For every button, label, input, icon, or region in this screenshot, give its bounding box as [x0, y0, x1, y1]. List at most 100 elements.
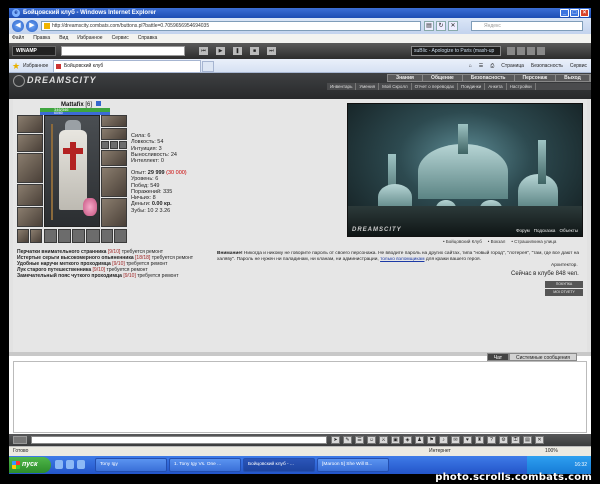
compat-icon[interactable]: ▤: [424, 21, 434, 31]
tab-system-messages[interactable]: Системные сообщения: [509, 353, 577, 361]
nav-character[interactable]: Персонаж: [515, 75, 557, 81]
home-icon[interactable]: ⌂: [469, 62, 472, 70]
slot-armor[interactable]: [17, 184, 43, 206]
slot-belt[interactable]: [17, 207, 43, 227]
close-button[interactable]: ×: [580, 9, 589, 17]
badge-1[interactable]: ПОКУПКА СНАРЯЖЕНИЯ: [545, 281, 583, 293]
smiles-icon[interactable]: ☺: [367, 436, 376, 444]
nav-knowledge[interactable]: Знания: [388, 75, 423, 81]
chat-mode-button[interactable]: [13, 436, 27, 444]
character-figure[interactable]: [44, 115, 100, 227]
menu-edit[interactable]: Правка: [33, 34, 50, 43]
settings-icon[interactable]: ⚙: [499, 436, 508, 444]
slot-bottom-7[interactable]: [101, 229, 113, 243]
slot-earrings[interactable]: [101, 115, 127, 127]
sound-icon[interactable]: ♪: [439, 436, 448, 444]
architect-link[interactable]: Архитектор.: [551, 263, 578, 268]
subnav-scroll[interactable]: Мой Скролл: [379, 83, 412, 90]
forward-icon[interactable]: ▶: [26, 20, 38, 32]
quicklaunch-media-icon[interactable]: [77, 460, 85, 469]
menu-file[interactable]: Файл: [12, 34, 24, 43]
badge-2[interactable]: MOI OTVETY: [545, 289, 583, 296]
menu-favorites[interactable]: Избранное: [77, 34, 102, 43]
map-icon[interactable]: ◈: [403, 436, 412, 444]
menu-tools[interactable]: Сервис: [112, 34, 129, 43]
task-folder[interactable]: Tony Igy: [95, 458, 167, 472]
nav-chat[interactable]: Общение: [423, 75, 463, 81]
mail-icon[interactable]: ✉: [451, 436, 460, 444]
slot-shield[interactable]: [101, 167, 127, 197]
nav-security[interactable]: Безопасность: [463, 75, 515, 81]
tab-chat[interactable]: Чат: [486, 353, 510, 361]
filter-icon[interactable]: ☰: [355, 436, 364, 444]
nav-exit[interactable]: Выход: [556, 75, 590, 81]
maximize-button[interactable]: □: [570, 9, 579, 17]
volume-icon[interactable]: [507, 47, 515, 55]
slot-ring-3[interactable]: [119, 141, 127, 149]
favorites-star-icon[interactable]: ★: [12, 61, 20, 71]
clock[interactable]: 16:32: [574, 462, 587, 468]
info-icon[interactable]: [95, 101, 101, 106]
stop-icon[interactable]: ✕: [448, 21, 458, 31]
slot-ring-2[interactable]: [110, 141, 118, 149]
slot-amulet[interactable]: [101, 128, 127, 140]
minimize-button[interactable]: _: [560, 9, 569, 17]
options-icon[interactable]: [527, 47, 535, 55]
eq-icon[interactable]: [537, 47, 545, 55]
cmd-tools[interactable]: Сервис: [570, 62, 587, 70]
winamp-logo[interactable]: WINAMP: [12, 46, 56, 56]
next-icon[interactable]: ⏭: [267, 47, 276, 55]
repair-item-name[interactable]: Замечательный пояс чуткого проходимца: [17, 273, 122, 279]
new-tab-button[interactable]: [202, 61, 214, 72]
quest-icon[interactable]: ?: [487, 436, 496, 444]
quicklaunch-desktop-icon[interactable]: [66, 460, 74, 469]
winamp-search-input[interactable]: [61, 46, 185, 56]
slot-gloves[interactable]: [101, 150, 127, 166]
loc-station[interactable]: • Вокзал: [488, 239, 506, 244]
task-player[interactable]: 1. Tony Igy Vs. One ...: [169, 458, 241, 472]
slot-bottom-3[interactable]: [44, 229, 57, 243]
chat-input[interactable]: [31, 436, 327, 444]
lock-icon[interactable]: ⚿: [511, 436, 520, 444]
slot-bottom-8[interactable]: [114, 229, 127, 243]
play-icon[interactable]: ▶: [216, 47, 225, 55]
task-music[interactable]: [Maroon 5] She Will B...: [317, 458, 389, 472]
slot-bottom-6[interactable]: [86, 229, 100, 243]
start-button[interactable]: пуск: [9, 457, 51, 473]
playlist-icon[interactable]: [517, 47, 525, 55]
slot-boots[interactable]: [101, 198, 127, 227]
slot-bottom-5[interactable]: [72, 229, 85, 243]
subnav-inventory[interactable]: Инвентарь: [327, 83, 357, 90]
scene-help[interactable]: Подсказка: [534, 228, 556, 233]
send-icon[interactable]: ➤: [331, 436, 340, 444]
menu-view[interactable]: Вид: [59, 34, 68, 43]
pause-icon[interactable]: ❚: [233, 47, 242, 55]
menu-help[interactable]: Справка: [138, 34, 158, 43]
refresh-icon[interactable]: ↻: [436, 21, 446, 31]
loc-fight-club[interactable]: • Бойцовский Клуб: [443, 239, 482, 244]
cmd-safety[interactable]: Безопасность: [531, 62, 563, 70]
location-scene[interactable]: DREAMSCITY Форум Подсказка Объекты: [347, 103, 583, 237]
slot-bottom-2[interactable]: [30, 229, 42, 243]
notice-link[interactable]: только взломщикам: [380, 257, 424, 262]
subnav-settings[interactable]: Настройки: [507, 83, 536, 90]
browser-tab[interactable]: Бойцовский клуб: [53, 60, 201, 72]
zoom-level[interactable]: 100%: [545, 447, 558, 456]
task-browser[interactable]: Бойцовский клуб - ...: [243, 458, 315, 472]
slot-bracers[interactable]: [17, 134, 43, 152]
loc-scary-street[interactable]: • Страшилкина улица: [511, 239, 556, 244]
quicklaunch-ie-icon[interactable]: [55, 460, 63, 469]
subnav-profile[interactable]: Анкета: [485, 83, 507, 90]
scene-forum[interactable]: Форум: [516, 228, 530, 233]
feeds-icon[interactable]: ☰: [479, 62, 483, 70]
slot-helmet[interactable]: [17, 115, 43, 133]
slot-ring-1[interactable]: [101, 141, 109, 149]
search-input[interactable]: Яндекс: [471, 21, 583, 31]
friends-icon[interactable]: ♥: [463, 436, 472, 444]
clear-icon[interactable]: ✎: [343, 436, 352, 444]
book-icon[interactable]: ▤: [523, 436, 532, 444]
subnav-fights[interactable]: Поединки: [458, 83, 486, 90]
print-icon[interactable]: ⎙: [490, 62, 494, 70]
clan-icon[interactable]: ♜: [475, 436, 484, 444]
back-icon[interactable]: ◀: [12, 20, 24, 32]
